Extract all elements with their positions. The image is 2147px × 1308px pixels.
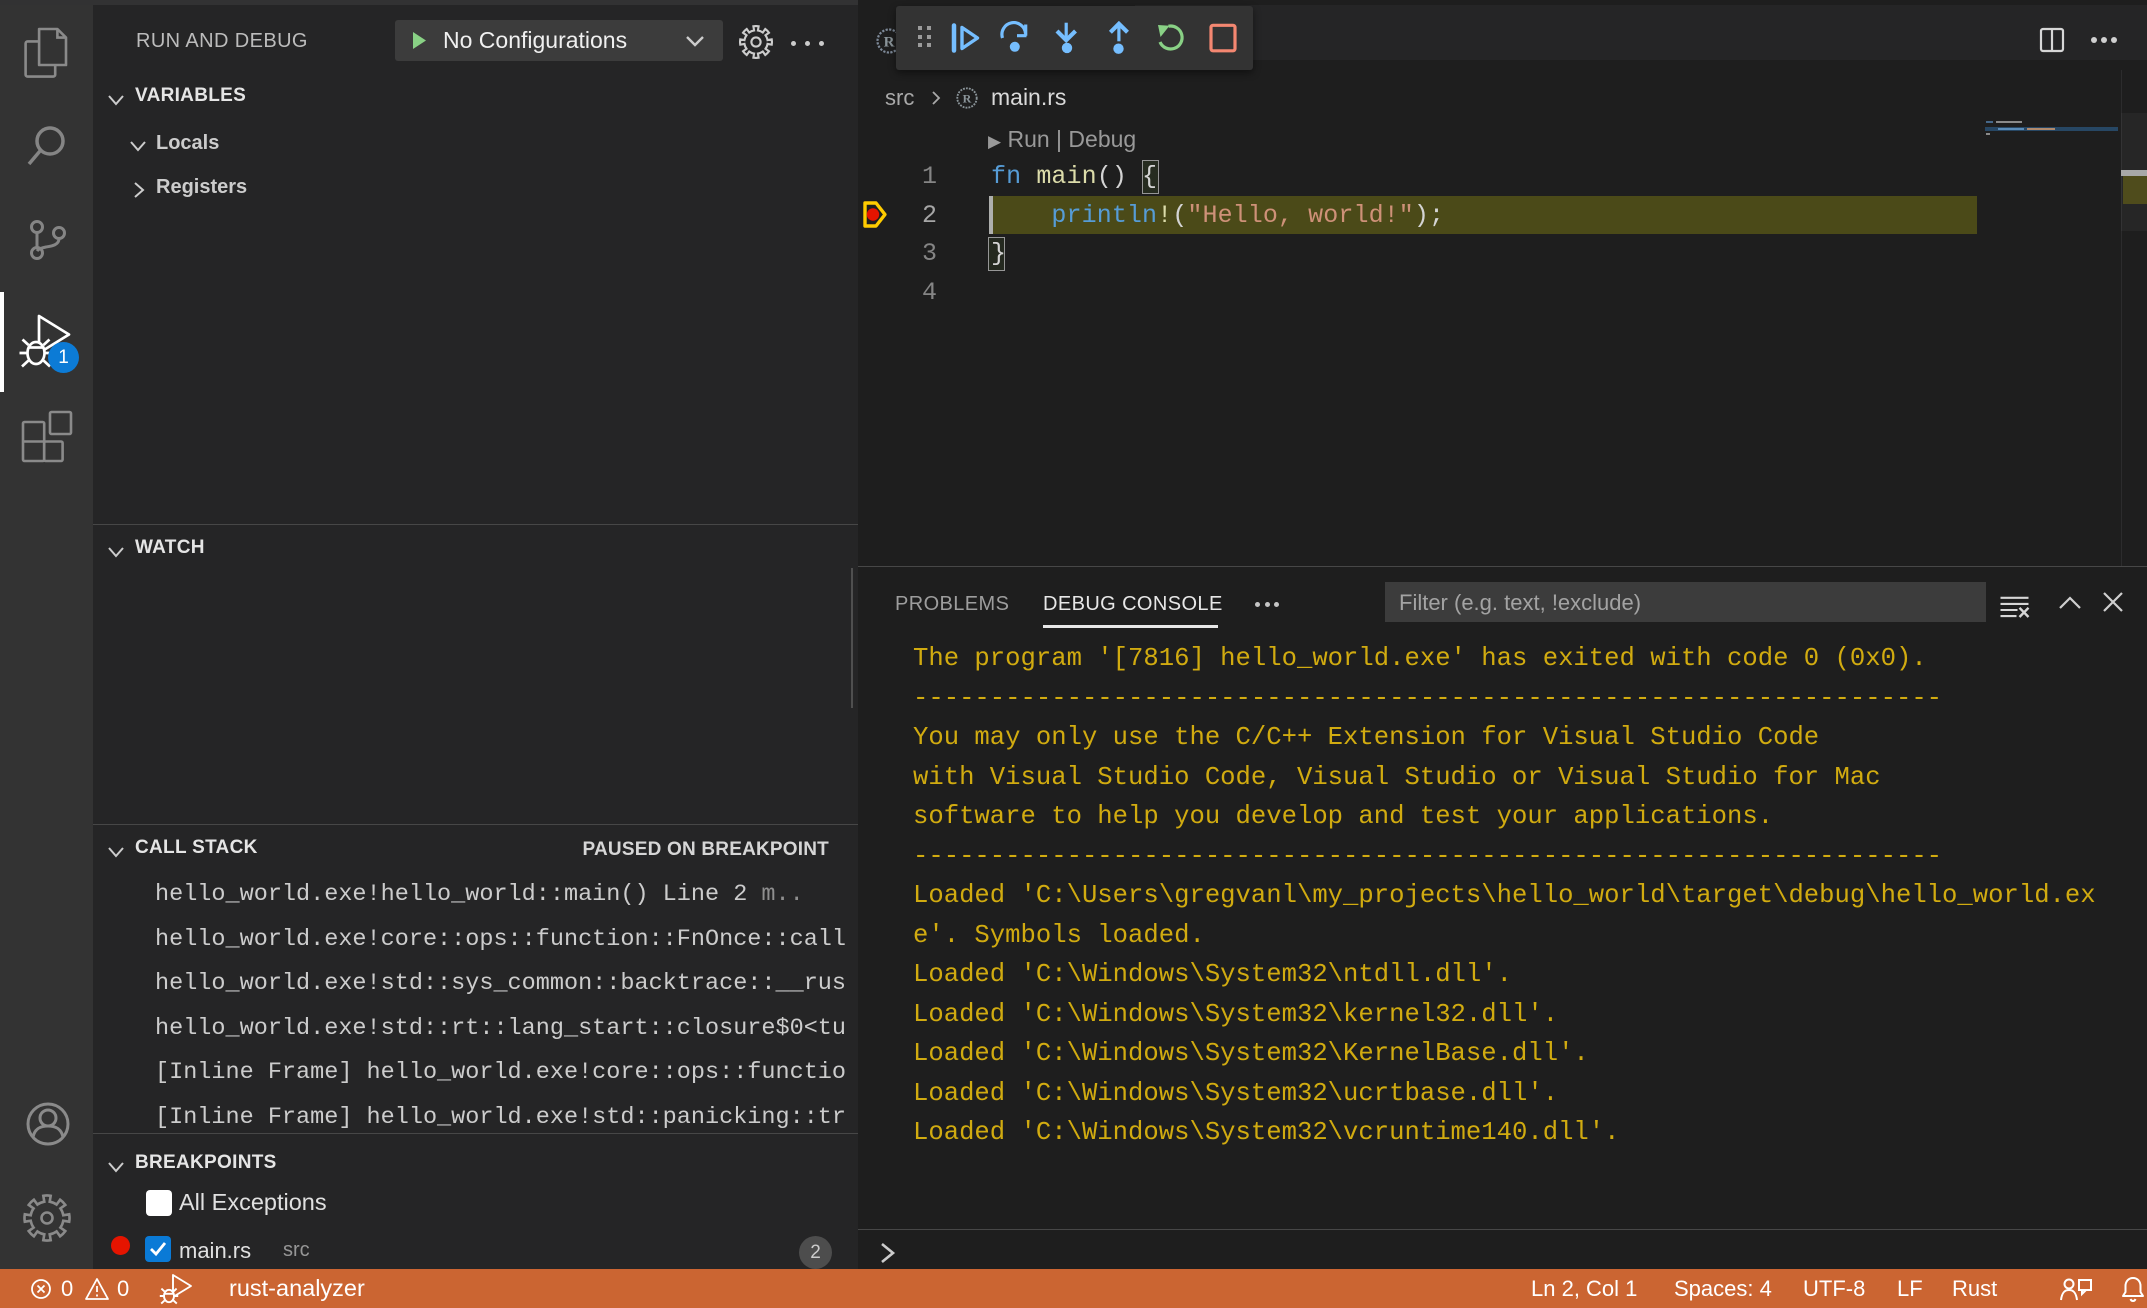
svg-text:R: R: [884, 35, 895, 51]
svg-text:R: R: [963, 92, 972, 106]
